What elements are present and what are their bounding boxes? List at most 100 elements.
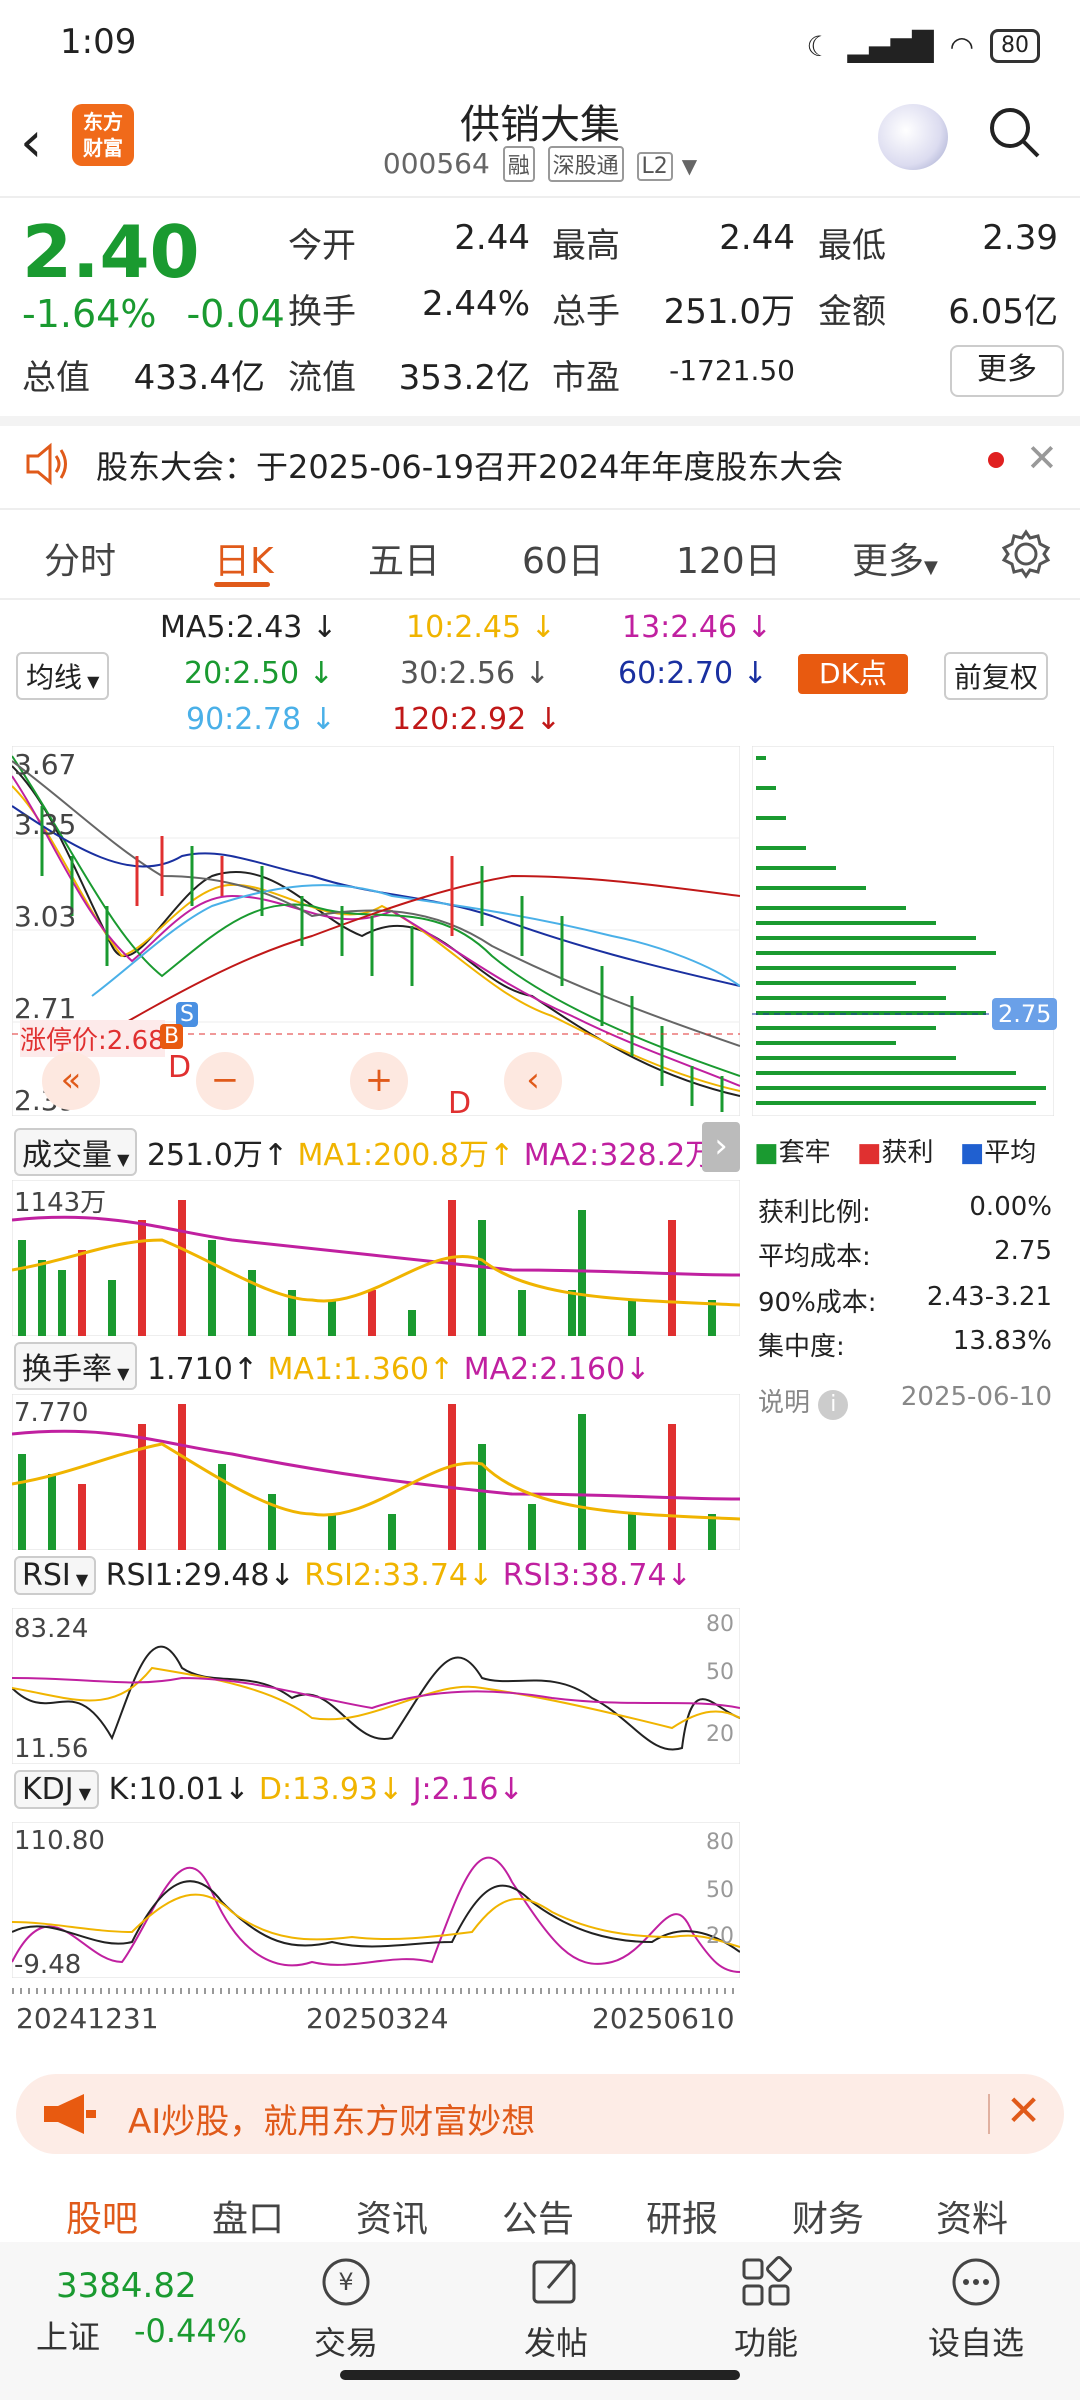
tag-l2: L2: [636, 152, 673, 181]
active-tab-indicator: [214, 582, 270, 587]
adjust-selector[interactable]: 前复权: [944, 652, 1049, 700]
chip-stat-value: 13.83%: [952, 1326, 1052, 1356]
kdj-label-row: KDJ ▼ K:10.01↓ D:13.93↓ J:2.16↓: [14, 1770, 524, 1809]
ai-promo-banner[interactable]: AI炒股，就用东方财富妙想 ✕: [16, 2074, 1064, 2154]
chip-distribution-chart: [752, 746, 1054, 1116]
nav-features[interactable]: 功能: [706, 2318, 826, 2364]
status-icons: ☾ ▂▄▆█ ◠ 80: [806, 26, 1040, 66]
battery-icon: 80: [990, 29, 1040, 63]
kdj-selector[interactable]: KDJ ▼: [14, 1770, 100, 1809]
turnover-ymax: 7.770: [14, 1398, 89, 1428]
zoom-in-icon[interactable]: +: [350, 1052, 408, 1110]
value-pe: -1721.50: [669, 354, 795, 387]
zoom-out-icon[interactable]: −: [196, 1052, 254, 1110]
label-turnover: 换手: [288, 292, 356, 332]
tab-120-day[interactable]: 120日: [676, 532, 781, 584]
signal-icon: ▂▄▆█: [847, 29, 934, 63]
chip-stat-label: 集中度:: [758, 1332, 845, 1362]
date-label-start: 20241231: [16, 2002, 159, 2035]
tab-profile[interactable]: 资料: [936, 2190, 1008, 2242]
nav-trade[interactable]: 交易: [286, 2318, 406, 2364]
label-open: 今开: [288, 226, 356, 266]
value-low: 2.39: [982, 218, 1058, 258]
index-name: 上证: [36, 2318, 101, 2356]
ma-120: 120:2.92 ↓: [392, 702, 561, 737]
tab-intraday[interactable]: 分时: [44, 532, 116, 584]
ma-20: 20:2.50 ↓: [184, 656, 334, 691]
nav-post[interactable]: 发帖: [496, 2318, 616, 2364]
marker-d1: D: [168, 1050, 192, 1085]
scroll-left-icon[interactable]: «: [42, 1052, 100, 1110]
price-change: -1.64% -0.04: [22, 292, 285, 336]
y-label-max: 3.67: [14, 748, 77, 781]
value-market-cap: 433.4亿: [133, 358, 265, 398]
date-axis-ticks: [12, 1988, 740, 1994]
y-label-3: 3.03: [14, 900, 77, 933]
speaker-icon: [26, 442, 67, 486]
ai-assistant-avatar[interactable]: [878, 104, 948, 170]
tab-news[interactable]: 资讯: [356, 2190, 428, 2242]
divider: [0, 196, 1080, 198]
home-indicator[interactable]: [340, 2370, 740, 2380]
tab-research[interactable]: 研报: [646, 2190, 718, 2242]
ma-selector[interactable]: 均线 ▼: [16, 652, 110, 700]
close-promo-icon[interactable]: ✕: [1006, 2086, 1041, 2135]
ma-13: 13:2.46 ↓: [622, 610, 772, 645]
tab-forum[interactable]: 股吧: [66, 2190, 138, 2242]
label-volume: 总手: [552, 292, 620, 332]
turnover-selector[interactable]: 换手率 ▼: [14, 1342, 138, 1390]
tab-daily-k[interactable]: 日K: [214, 532, 274, 584]
marker-buy: B: [160, 1024, 184, 1049]
rsi-label-row: RSI ▼ RSI1:29.48↓ RSI2:33.74↓ RSI3:38.74…: [14, 1556, 692, 1595]
label-amount: 金额: [818, 292, 886, 332]
more-fields-button[interactable]: 更多: [950, 345, 1064, 397]
tab-60-day[interactable]: 60日: [522, 532, 604, 584]
chip-stat-label: 获利比例:: [758, 1198, 871, 1228]
tag-connect: 深股通: [547, 146, 624, 182]
status-bar: 1:09 ☾ ▂▄▆█ ◠ 80: [0, 0, 1080, 90]
tab-more[interactable]: 更多▼: [852, 532, 938, 584]
divider: [0, 508, 1080, 510]
features-grid-icon[interactable]: [736, 2252, 796, 2312]
close-notice-icon[interactable]: ✕: [1026, 436, 1058, 480]
value-high: 2.44: [719, 218, 795, 258]
panel-expand-icon[interactable]: ›: [702, 1122, 740, 1172]
dk-point-button[interactable]: DK点: [798, 654, 908, 694]
search-icon[interactable]: [986, 104, 1042, 160]
ma-10: 10:2.45 ↓: [406, 610, 556, 645]
rsi-level-50: 50: [706, 1660, 734, 1685]
rsi-ymin: 11.56: [14, 1734, 89, 1764]
compose-icon[interactable]: [526, 2252, 586, 2312]
kdj-chart: [12, 1822, 740, 1978]
date-label-mid: 20250324: [306, 2002, 449, 2035]
ma-90: 90:2.78 ↓: [186, 702, 336, 737]
megaphone-icon: [44, 2094, 96, 2134]
tab-five-day[interactable]: 五日: [368, 532, 440, 584]
tab-order-book[interactable]: 盘口: [212, 2190, 284, 2242]
turnover-chart: [12, 1394, 740, 1550]
chip-stat-value: 2.75: [994, 1236, 1052, 1266]
rsi-selector[interactable]: RSI ▼: [14, 1556, 97, 1595]
divider: [0, 598, 1080, 600]
current-price: 2.40: [22, 210, 200, 294]
promo-text: AI炒股，就用东方财富妙想: [128, 2102, 536, 2142]
kdj-level-20: 20: [706, 1924, 734, 1949]
value-open: 2.44: [454, 218, 530, 258]
step-left-icon[interactable]: ‹: [504, 1052, 562, 1110]
kdj-level-80: 80: [706, 1830, 734, 1855]
volume-selector[interactable]: 成交量 ▼: [14, 1128, 138, 1176]
chip-stat-label: 90%成本:: [758, 1288, 877, 1318]
index-value[interactable]: 3384.82: [56, 2266, 197, 2306]
tab-finance[interactable]: 财务: [792, 2190, 864, 2242]
nav-watchlist[interactable]: 设自选: [916, 2318, 1036, 2364]
moon-icon: ☾: [806, 29, 832, 63]
y-label-2: 3.35: [14, 808, 77, 841]
chip-stat-value: 0.00%: [969, 1192, 1052, 1222]
chip-note-link[interactable]: 说明 i: [758, 1382, 849, 1420]
marker-d2: D: [448, 1086, 472, 1121]
add-watchlist-icon[interactable]: [946, 2252, 1006, 2312]
notice-text[interactable]: 股东大会：于2025-06-19召开2024年年度股东大会: [96, 442, 843, 488]
tab-announcements[interactable]: 公告: [502, 2190, 574, 2242]
settings-gear-icon[interactable]: [1000, 528, 1052, 580]
trade-icon[interactable]: ¥: [316, 2252, 376, 2312]
